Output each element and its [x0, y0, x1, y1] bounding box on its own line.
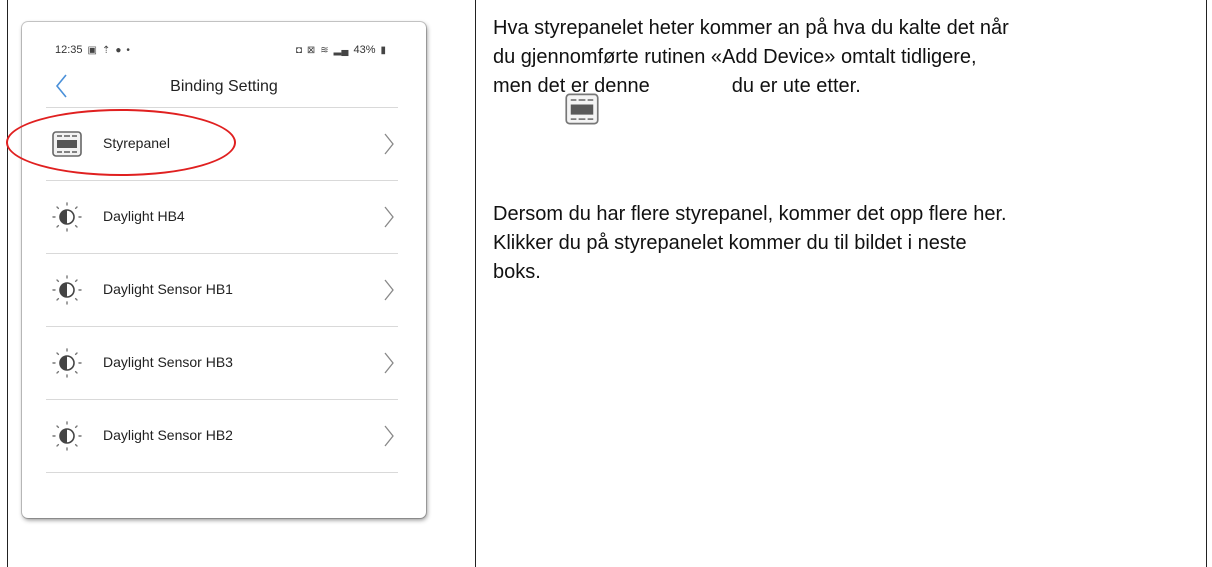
dot-icon: • — [126, 44, 130, 56]
p2-line3: boks. — [493, 261, 541, 283]
header: Binding Setting — [22, 67, 426, 107]
chevron-right-icon — [384, 425, 394, 447]
table-divider — [475, 0, 476, 567]
wifi-icon: ≋ — [320, 44, 329, 56]
phone-screenshot: 12:35 ▣ ⇡ ● • ◘ ⊠ ≋ ▂▄ 43% ▮ Binding Set… — [22, 22, 426, 518]
chevron-right-icon — [384, 352, 394, 374]
signal-icon: ▂▄ — [333, 44, 349, 56]
list-item-daylight-hb4[interactable]: Daylight HB4 — [46, 180, 398, 253]
list-item-daylight-sensor-hb3[interactable]: Daylight Sensor HB3 — [46, 326, 398, 399]
daylight-sensor-icon — [52, 275, 82, 305]
device-label: Daylight Sensor HB2 — [103, 427, 233, 443]
chevron-right-icon — [384, 279, 394, 301]
status-bar: 12:35 ▣ ⇡ ● • ◘ ⊠ ≋ ▂▄ 43% ▮ — [22, 22, 426, 62]
upload-icon: ⇡ — [101, 44, 111, 56]
p1-line3b: du er ute etter. — [731, 75, 861, 97]
status-time: 12:35 — [55, 44, 83, 56]
list-item-daylight-sensor-hb1[interactable]: Daylight Sensor HB1 — [46, 253, 398, 326]
daylight-sensor-icon — [52, 348, 82, 378]
device-label: Daylight Sensor HB3 — [103, 354, 233, 370]
alarm-icon: ◘ — [295, 44, 302, 56]
device-label: Daylight HB4 — [103, 208, 185, 224]
battery-percent: 43% — [353, 44, 376, 56]
device-label: Daylight Sensor HB1 — [103, 281, 233, 297]
settings-icon: ● — [115, 44, 122, 56]
list-item-daylight-sensor-hb2[interactable]: Daylight Sensor HB2 — [46, 399, 398, 473]
chevron-right-icon — [384, 206, 394, 228]
p2-line2: Klikker du på styrepanelet kommer du til… — [493, 232, 967, 254]
daylight-sensor-icon — [52, 202, 82, 232]
paragraph-1: Hva styrepanelet heter kommer an på hva … — [493, 14, 1193, 101]
page-title: Binding Setting — [170, 78, 278, 95]
p2-line1: Dersom du har flere styrepanel, kommer d… — [493, 203, 1007, 225]
daylight-sensor-icon — [52, 421, 82, 451]
battery-icon: ▮ — [380, 44, 386, 56]
p1-line1: Hva styrepanelet heter kommer an på hva … — [493, 17, 1009, 39]
paragraph-2: Dersom du har flere styrepanel, kommer d… — [493, 200, 1193, 287]
mute-icon: ⊠ — [306, 44, 316, 56]
p1-line2: du gjennomførte rutinen «Add Device» omt… — [493, 46, 977, 68]
gallery-icon: ▣ — [87, 44, 97, 56]
panel-icon — [565, 93, 599, 125]
explanation-text: Hva styrepanelet heter kommer an på hva … — [493, 14, 1193, 101]
highlight-ellipse — [6, 109, 236, 176]
chevron-right-icon — [384, 133, 394, 155]
